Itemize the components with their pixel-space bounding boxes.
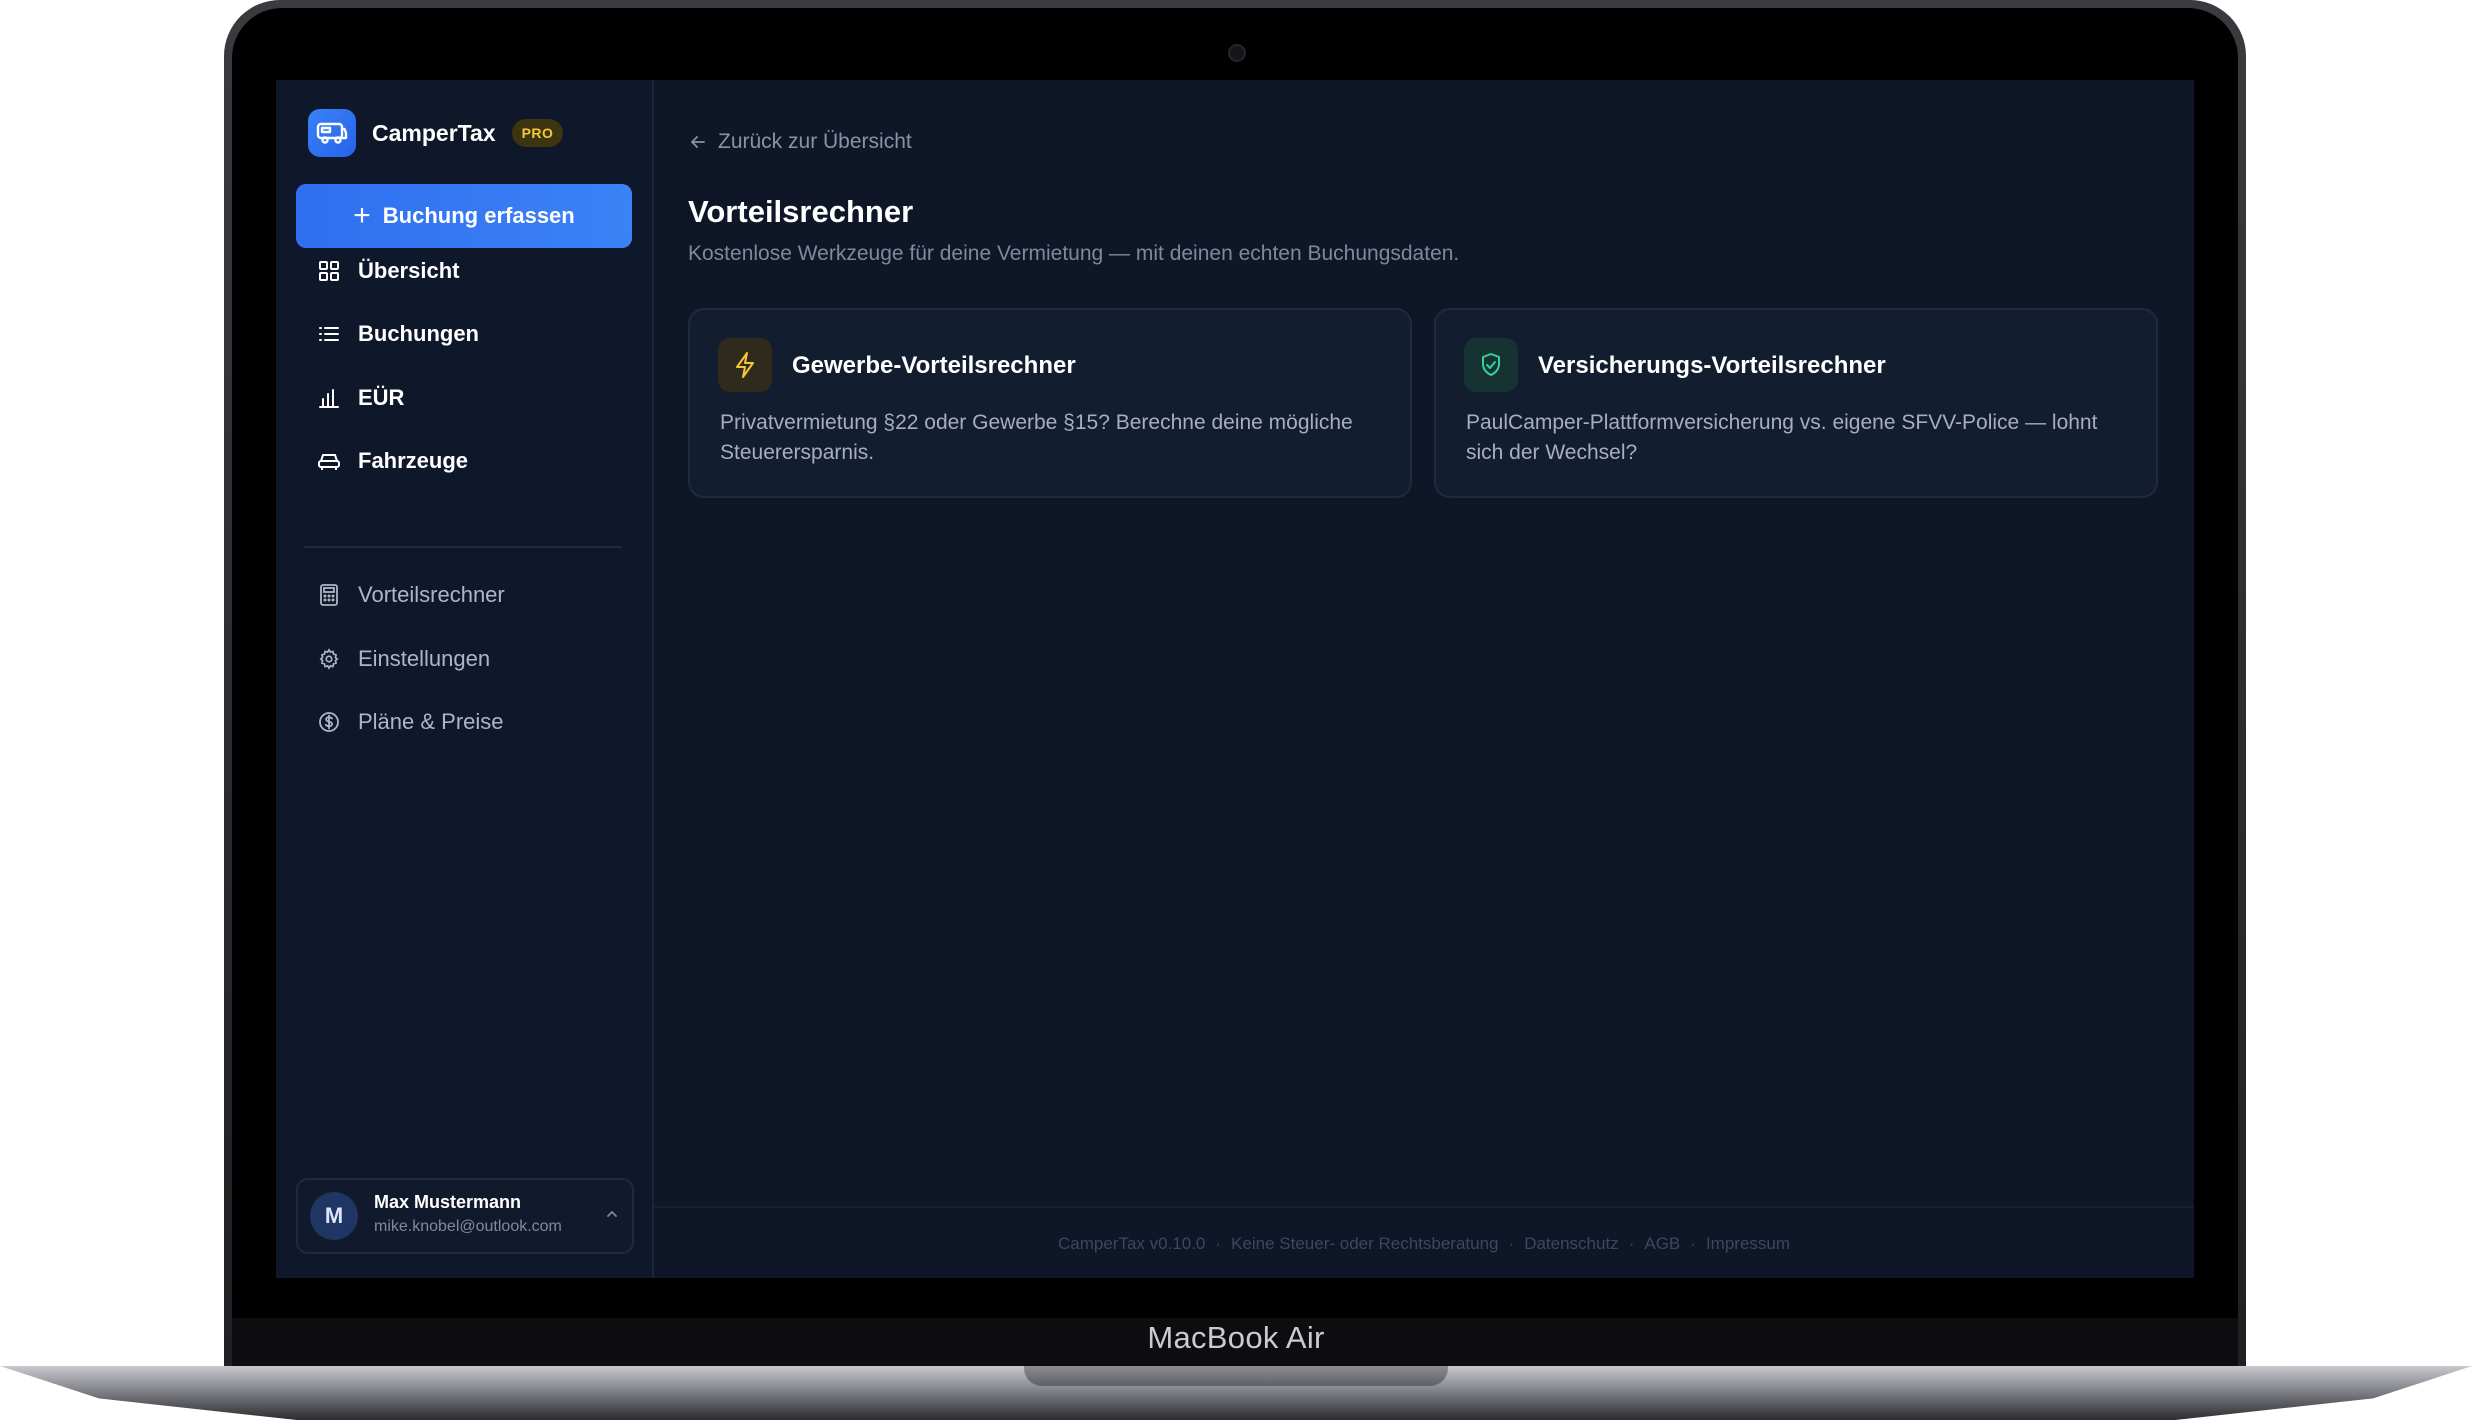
sidebar-item-eur[interactable]: EÜR [296, 371, 632, 425]
sidebar-divider [304, 546, 622, 548]
sidebar: CamperTax PRO + Buchung erfassen Übersic… [276, 80, 654, 1278]
sidebar-item-label: Buchungen [358, 321, 479, 346]
page-title: Vorteilsrechner [688, 194, 914, 229]
camper-logo-icon [308, 109, 356, 157]
add-booking-label: Buchung erfassen [382, 203, 575, 228]
list-icon [316, 321, 342, 347]
plus-icon: + [353, 199, 371, 232]
card-title: Gewerbe-Vorteilsrechner [792, 352, 1076, 379]
bar-chart-icon [316, 385, 342, 411]
sidebar-item-label: Fahrzeuge [358, 448, 469, 473]
gear-icon [316, 646, 342, 672]
footer-separator: · [1690, 1234, 1696, 1253]
sidebar-item-pricing[interactable]: Pläne & Preise [296, 695, 632, 749]
pro-badge: PRO [511, 119, 564, 147]
webcam [1228, 44, 1246, 62]
lightning-icon [718, 338, 772, 392]
sidebar-item-overview[interactable]: Übersicht [296, 244, 632, 298]
sidebar-item-label: Vorteilsrechner [358, 582, 505, 607]
back-link[interactable]: Zurück zur Übersicht [688, 130, 912, 154]
card-description: Privatvermietung §22 oder Gewerbe §15? B… [720, 411, 1353, 464]
sidebar-item-label: Einstellungen [358, 646, 491, 671]
dollar-circle-icon [316, 709, 342, 735]
grid-icon [316, 258, 342, 284]
back-link-label: Zurück zur Übersicht [718, 130, 912, 153]
arrow-left-icon [688, 132, 708, 152]
user-name: Max Mustermann [374, 1192, 522, 1212]
laptop-notch [1024, 1366, 1448, 1386]
sidebar-item-label: Pläne & Preise [358, 709, 504, 734]
sidebar-item-settings[interactable]: Einstellungen [296, 632, 632, 686]
brand[interactable]: CamperTax PRO [308, 108, 564, 158]
user-email: mike.knobel@outlook.com [374, 1218, 562, 1235]
page-subtitle: Kostenlose Werkzeuge für deine Vermietun… [688, 242, 1460, 265]
footer-disclaimer: Keine Steuer- oder Rechtsberatung [1231, 1234, 1499, 1253]
sidebar-item-vehicles[interactable]: Fahrzeuge [296, 434, 632, 488]
card-title: Versicherungs-Vorteilsrechner [1538, 352, 1886, 379]
avatar: M [310, 1192, 358, 1240]
business-calculator-card[interactable]: Gewerbe-Vorteilsrechner Privatvermietung… [688, 308, 1412, 498]
footer: CamperTax v0.10.0 · Keine Steuer- oder R… [654, 1234, 2194, 1254]
chevron-up-icon [604, 1206, 620, 1227]
footer-separator: · [1508, 1234, 1515, 1253]
sidebar-item-label: Übersicht [358, 258, 460, 283]
add-booking-button[interactable]: + Buchung erfassen [296, 184, 632, 248]
app-screen: CamperTax PRO + Buchung erfassen Übersic… [276, 80, 2194, 1278]
app-name: CamperTax [372, 119, 496, 146]
device-label: MacBook Air [1147, 1320, 1325, 1355]
footer-version: CamperTax v0.10.0 [1057, 1234, 1206, 1253]
sidebar-item-label: EÜR [358, 385, 405, 410]
card-description: PaulCamper-Plattformversicherung vs. eig… [1466, 411, 2098, 464]
user-menu[interactable]: M Max Mustermann mike.knobel@outlook.com [296, 1178, 634, 1254]
shield-check-icon [1464, 338, 1518, 392]
footer-divider [654, 1206, 2194, 1208]
footer-imprint-link[interactable]: Impressum [1706, 1234, 1790, 1254]
sidebar-item-bookings[interactable]: Buchungen [296, 307, 632, 361]
car-icon [316, 448, 342, 474]
calculator-icon [316, 582, 342, 608]
footer-separator: · [1628, 1234, 1635, 1253]
footer-privacy-link[interactable]: Datenschutz [1524, 1234, 1619, 1254]
footer-separator: · [1215, 1234, 1222, 1253]
insurance-calculator-card[interactable]: Versicherungs-Vorteilsrechner PaulCamper… [1434, 308, 2158, 498]
sidebar-item-calculator[interactable]: Vorteilsrechner [296, 568, 632, 622]
footer-terms-link[interactable]: AGB [1644, 1234, 1680, 1254]
